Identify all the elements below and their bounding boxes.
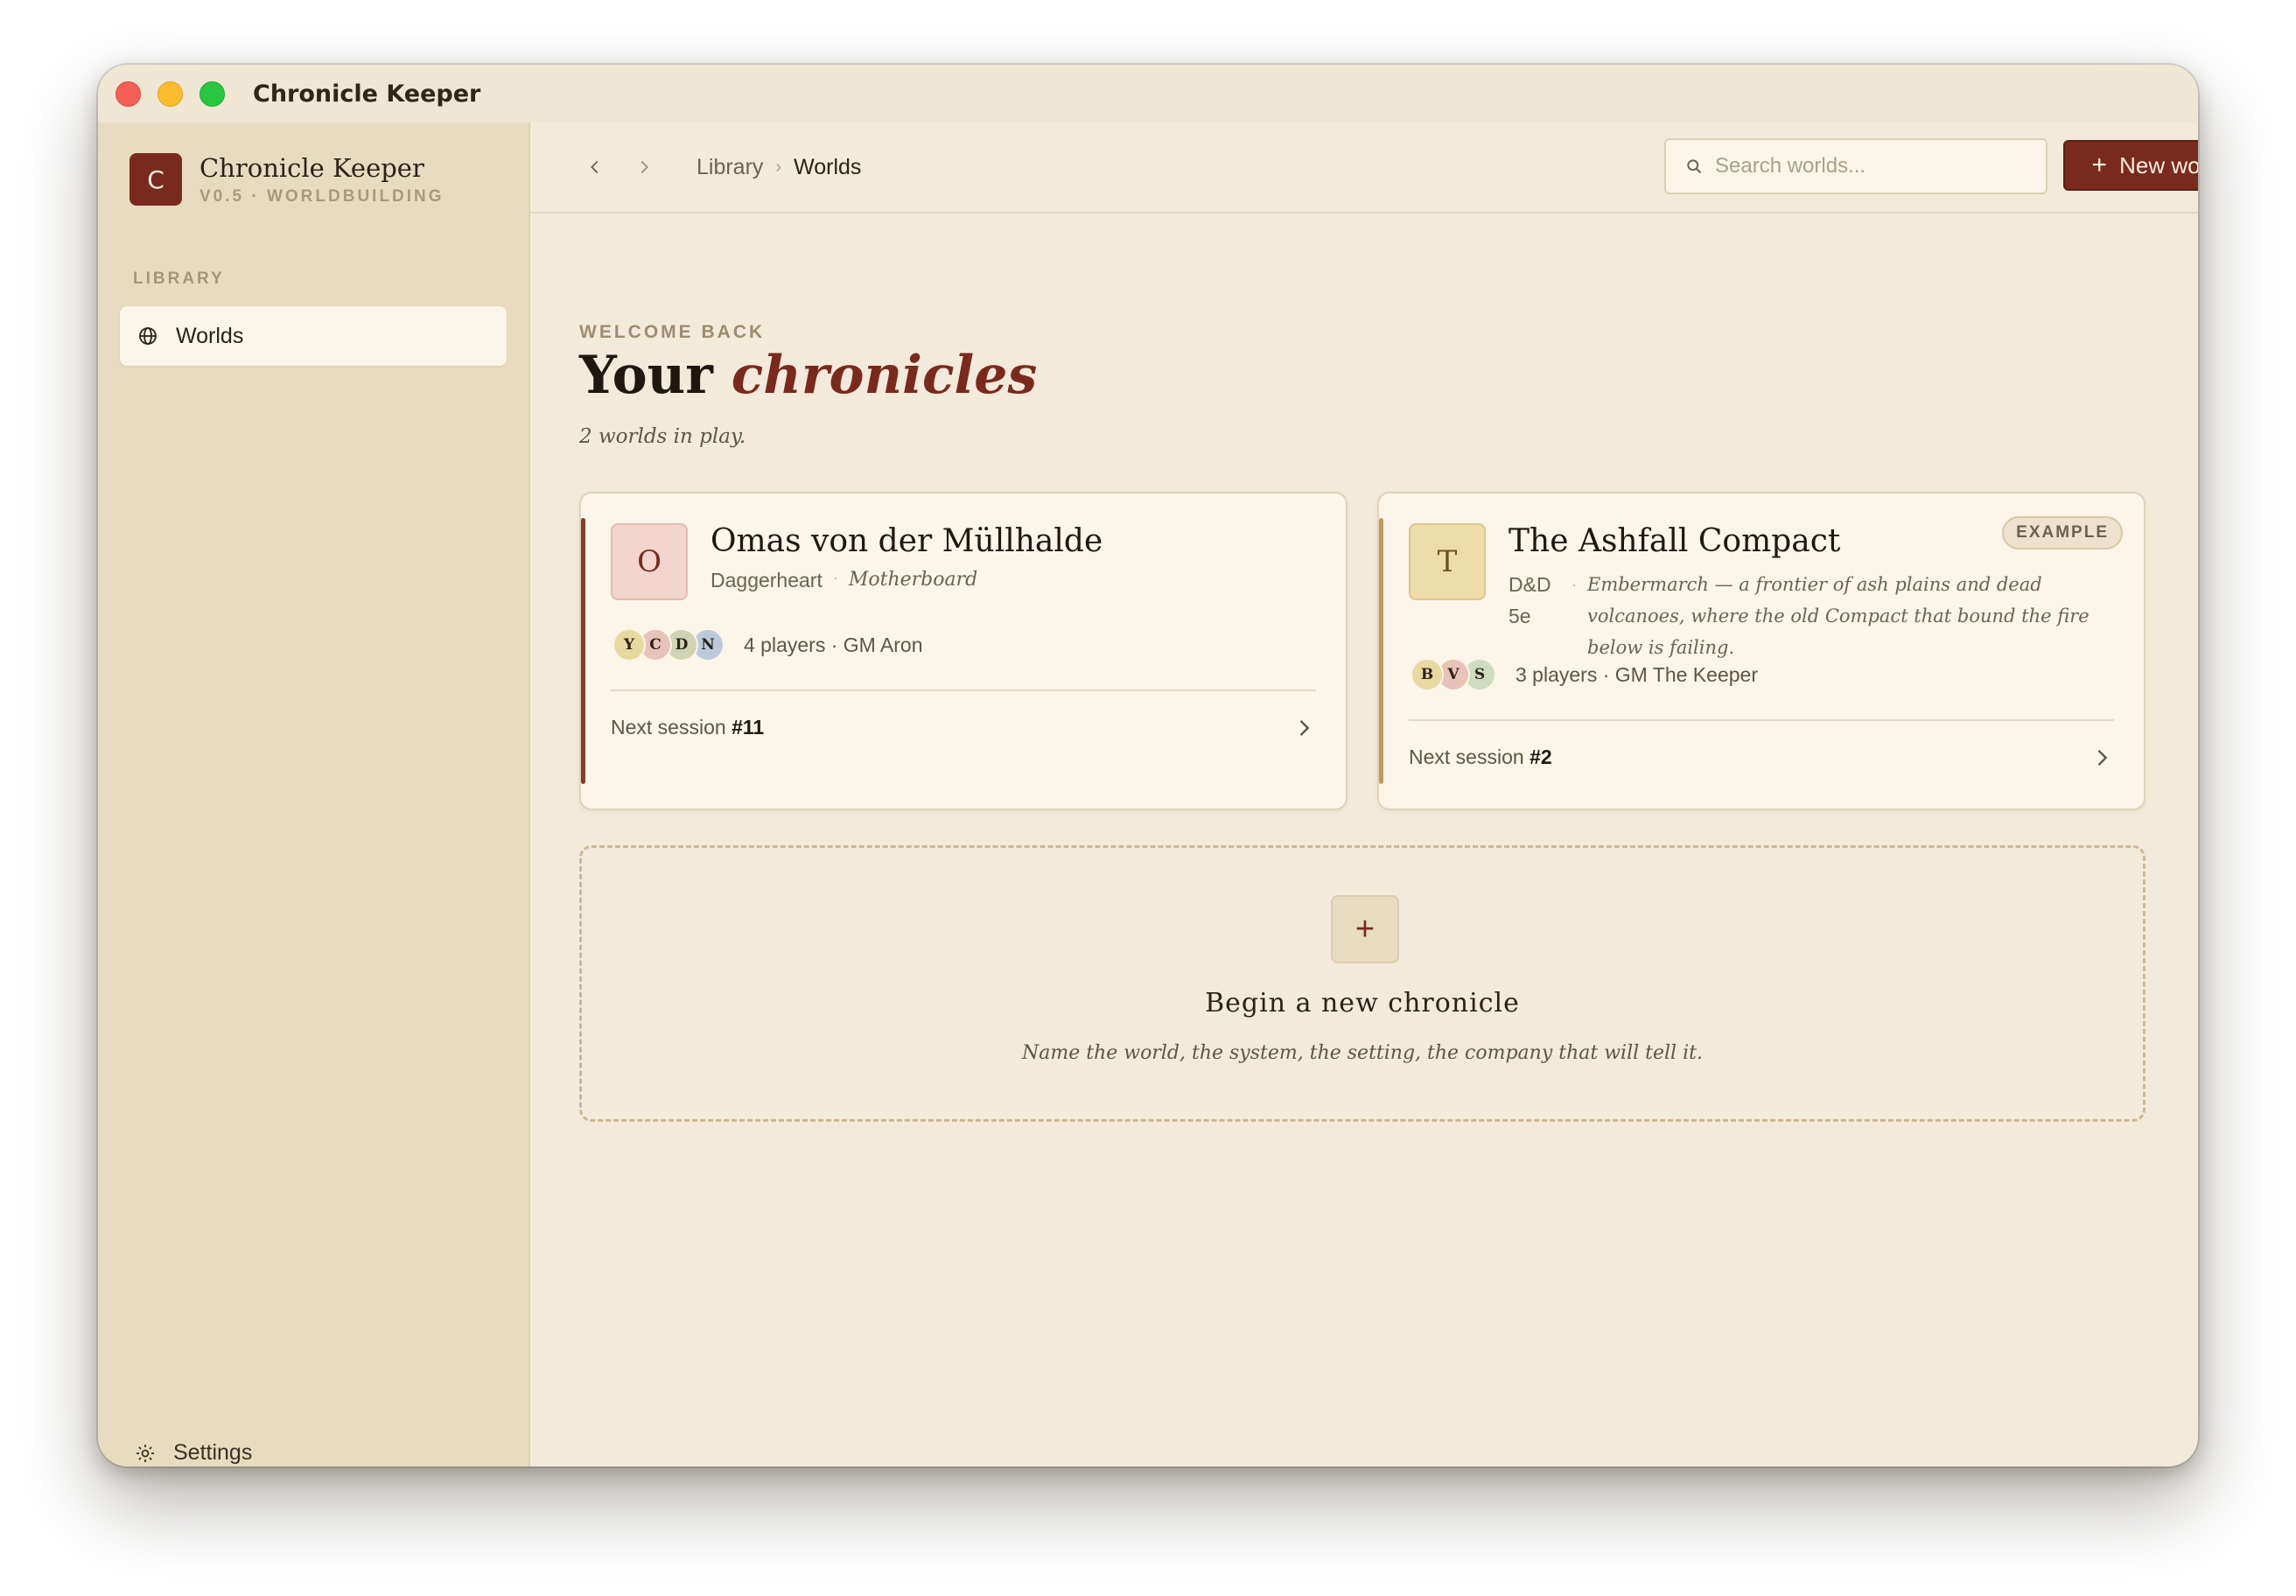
- world-meta: D&D 5e · Embermarch — a frontier of ash …: [1508, 569, 2121, 663]
- players-summary: 3 players · GM The Keeper: [1516, 662, 1758, 686]
- page-subtitle: 2 worlds in play.: [579, 425, 746, 448]
- next-session-number: #2: [1530, 746, 1552, 768]
- world-avatar: T: [1409, 523, 1486, 600]
- forward-button[interactable]: [626, 150, 662, 185]
- player-avatars: BVS: [1410, 658, 1496, 691]
- chevron-left-icon: [591, 160, 598, 174]
- breadcrumb-separator-icon: ›: [775, 157, 782, 177]
- close-window-button[interactable]: [116, 80, 141, 107]
- page-title: Your chronicles: [579, 345, 1037, 406]
- toolbar: Library › Worlds + New world: [530, 122, 2198, 214]
- back-button[interactable]: [578, 150, 612, 185]
- sidebar: C Chronicle Keeper V0.5 · WORLDBUILDING …: [98, 122, 530, 1466]
- card-divider: [611, 690, 1316, 691]
- world-setting: Embermarch — a frontier of ash plains an…: [1587, 574, 2090, 658]
- world-system: Daggerheart: [710, 569, 822, 592]
- plus-icon: +: [1331, 895, 1399, 963]
- brand-version: V0.5 · WORLDBUILDING: [200, 187, 444, 206]
- meta-separator: ·: [1572, 576, 1577, 593]
- next-session: Next session #2: [1409, 746, 1552, 769]
- new-chronicle-card[interactable]: + Begin a new chronicle Name the world, …: [579, 845, 2146, 1122]
- breadcrumb-library[interactable]: Library: [696, 155, 763, 180]
- chevron-right-icon: [640, 160, 648, 174]
- chevron-right-icon[interactable]: [2090, 746, 2114, 770]
- search-input[interactable]: [1715, 154, 2030, 178]
- main-content: Library › Worlds + New world WELCOME BAC…: [530, 122, 2198, 1466]
- settings-label: Settings: [173, 1440, 253, 1465]
- sidebar-section-label: LIBRARY: [133, 270, 225, 288]
- globe-icon: [139, 327, 157, 345]
- chevron-right-icon[interactable]: [1292, 716, 1316, 740]
- page-title-accent: chronicles: [731, 345, 1038, 406]
- breadcrumb-worlds: Worlds: [794, 154, 862, 179]
- example-badge: EXAMPLE: [2002, 516, 2123, 550]
- world-avatar: O: [611, 523, 688, 600]
- next-session-label: Next session: [1409, 746, 1524, 768]
- settings-button[interactable]: Settings: [135, 1440, 252, 1466]
- new-world-button[interactable]: + New world: [2063, 140, 2198, 191]
- breadcrumb: Library › Worlds: [696, 155, 861, 180]
- new-chronicle-subtitle: Name the world, the system, the setting,…: [1022, 1042, 1703, 1064]
- sidebar-item-worlds[interactable]: Worlds: [120, 306, 507, 366]
- player-avatar: Y: [612, 628, 646, 662]
- card-divider: [1409, 719, 2114, 721]
- window-controls: [116, 80, 225, 107]
- world-meta: Daggerheart · Motherboard: [710, 569, 977, 592]
- world-setting: Motherboard: [848, 569, 978, 591]
- player-list: YCDN 4 players · GM Aron: [612, 628, 923, 662]
- welcome-label: WELCOME BACK: [579, 322, 766, 342]
- next-session-number: #11: [732, 716, 765, 738]
- next-session: Next session #11: [611, 716, 764, 739]
- new-world-label: New world: [2119, 151, 2198, 178]
- plus-icon: +: [2091, 150, 2108, 179]
- new-chronicle-title: Begin a new chronicle: [1205, 988, 1520, 1018]
- page-title-prefix: Your: [579, 345, 713, 406]
- app-window: Chronicle Keeper C Chronicle Keeper V0.5…: [98, 65, 2198, 1466]
- world-title: Omas von der Müllhalde: [710, 523, 1103, 559]
- world-card[interactable]: T The Ashfall Compact EXAMPLE D&D 5e · E…: [1377, 492, 2146, 810]
- world-title: The Ashfall Compact: [1508, 523, 1841, 559]
- world-card[interactable]: O Omas von der Müllhalde Daggerheart · M…: [579, 492, 1348, 810]
- sidebar-item-label: Worlds: [176, 323, 244, 348]
- players-summary: 4 players · GM Aron: [744, 633, 923, 656]
- player-avatar: B: [1410, 658, 1444, 691]
- search-icon: [1687, 159, 1702, 174]
- player-list: BVS 3 players · GM The Keeper: [1410, 658, 1758, 691]
- window-title: Chronicle Keeper: [253, 80, 481, 108]
- brand: C Chronicle Keeper V0.5 · WORLDBUILDING: [130, 152, 444, 206]
- player-avatars: YCDN: [612, 628, 724, 662]
- zoom-window-button[interactable]: [200, 80, 225, 107]
- brand-name: Chronicle Keeper: [200, 153, 424, 183]
- gear-icon: [136, 1444, 154, 1462]
- title-bar: Chronicle Keeper: [98, 65, 2198, 122]
- meta-separator: ·: [832, 569, 838, 586]
- brand-logo: C: [130, 153, 182, 206]
- world-system: D&D 5e: [1508, 573, 1551, 627]
- next-session-label: Next session: [611, 716, 726, 738]
- minimize-window-button[interactable]: [158, 80, 183, 107]
- search-box[interactable]: [1664, 138, 2048, 194]
